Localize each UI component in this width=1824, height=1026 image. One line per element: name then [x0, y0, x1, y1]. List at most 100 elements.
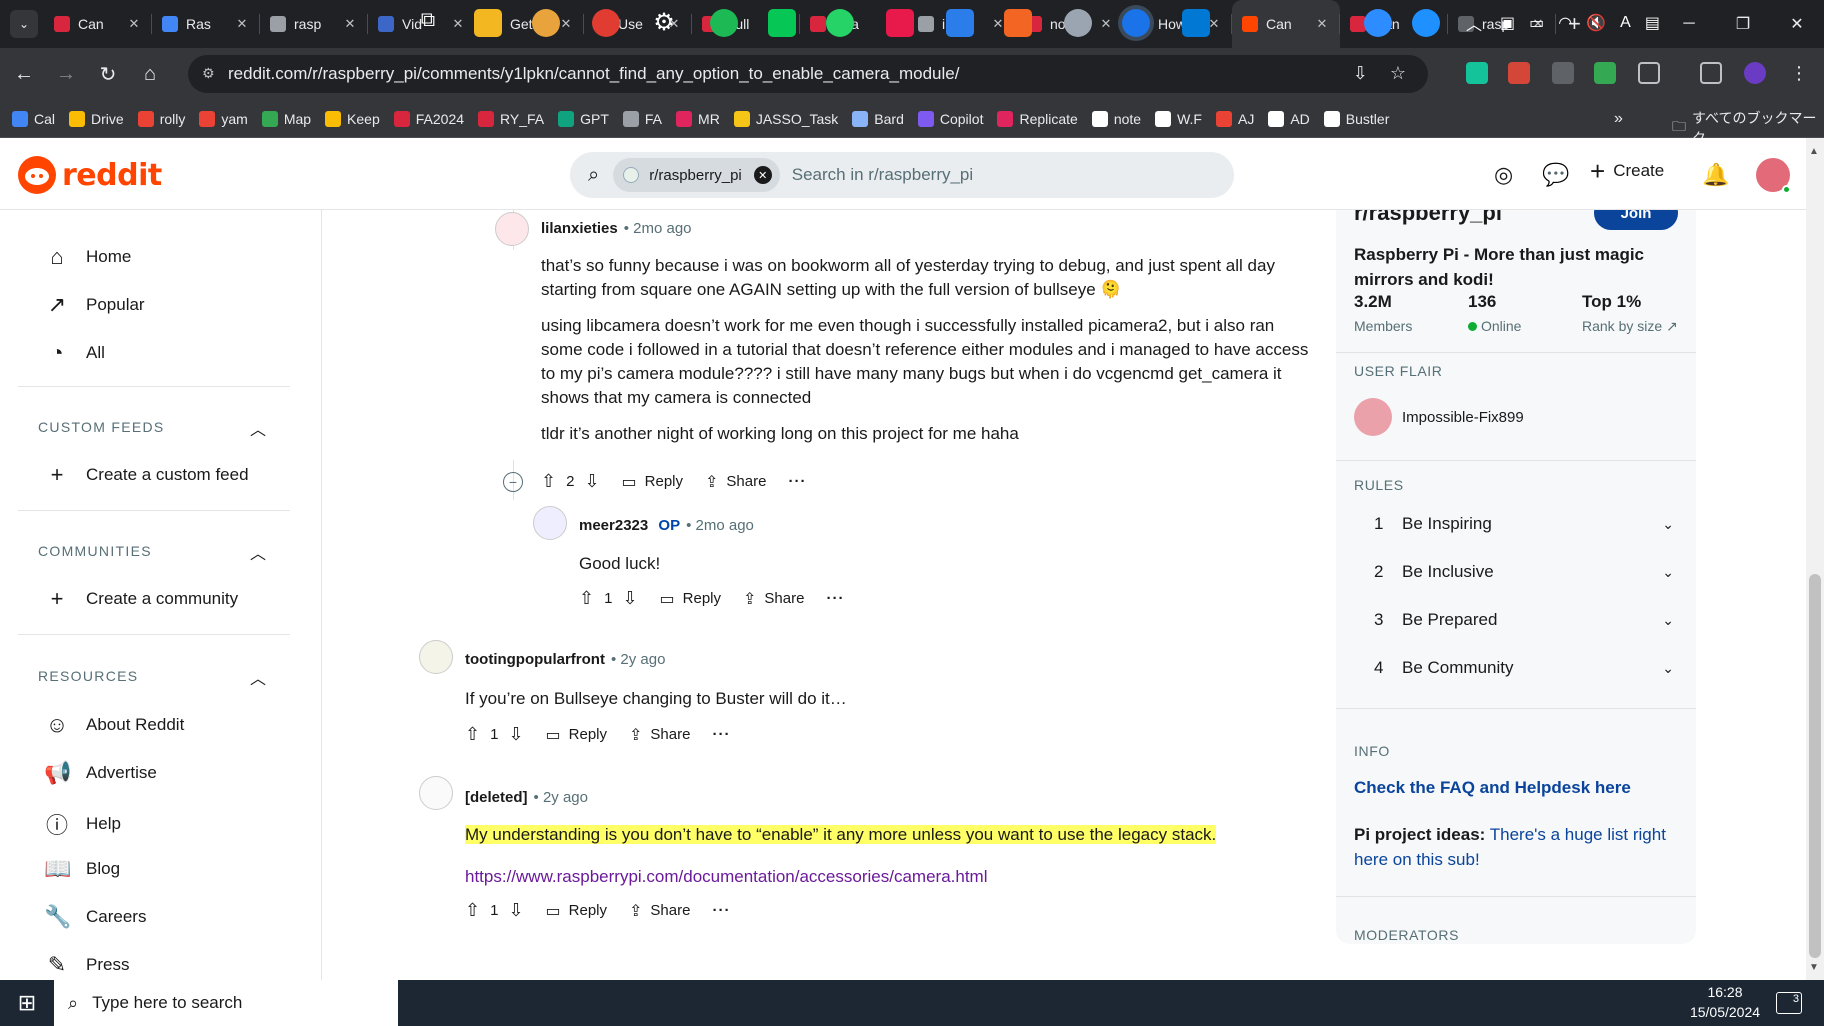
share-button[interactable]: ⇪ Share [629, 901, 690, 921]
share-button[interactable]: ⇪ Share [743, 589, 804, 609]
bookmark-item[interactable]: W.F [1155, 110, 1202, 127]
bookmark-item[interactable]: note [1091, 110, 1141, 127]
avatar[interactable] [419, 640, 453, 674]
bookmark-item[interactable]: Cal [12, 110, 55, 127]
address-bar[interactable]: ⚙ reddit.com/r/raspberry_pi/comments/y1l… [188, 55, 1428, 93]
install-app-icon[interactable]: ⇩ [1353, 63, 1368, 84]
tab-close-icon[interactable]: ✕ [1314, 16, 1330, 32]
line-app-icon[interactable] [768, 9, 796, 37]
chevron-down-icon[interactable]: ⌄ [1662, 564, 1674, 581]
subreddit-chip[interactable]: r/raspberry_pi ✕ [613, 158, 780, 192]
rank-stat[interactable]: Top 1% Rank by size ↗ [1582, 292, 1678, 335]
rule-item[interactable]: 3 Be Prepared ⌄ [1374, 610, 1674, 630]
more-options-icon[interactable]: ··· [712, 726, 730, 743]
taskbar-search[interactable]: ⌕ Type here to search [54, 980, 398, 1026]
search-bar[interactable]: ⌕ r/raspberry_pi ✕ Search in r/raspberry… [570, 152, 1234, 198]
minimize-button[interactable]: ─ [1662, 0, 1716, 48]
nav-advertise[interactable]: 📢 Advertise [44, 760, 157, 786]
app-f-icon[interactable] [1004, 9, 1032, 37]
vscode-icon[interactable] [1182, 9, 1210, 37]
upvote-icon[interactable]: ⇧ [465, 900, 480, 921]
bookmark-item[interactable]: FA [622, 110, 662, 127]
tray-device-icon[interactable]: ▣ [1500, 13, 1515, 33]
wifi-icon[interactable]: ◠ [1558, 13, 1572, 33]
chrome-menu-icon[interactable]: ⋮ [1788, 62, 1810, 84]
chevron-up-icon[interactable]: ︿ [250, 665, 266, 689]
avatar[interactable] [533, 506, 567, 540]
bookmark-item[interactable]: FA2024 [393, 110, 464, 127]
flair-username[interactable]: Impossible-Fix899 [1402, 409, 1524, 426]
volume-muted-icon[interactable]: 🔇 [1586, 13, 1606, 33]
comment-author[interactable]: meer2323 [579, 517, 648, 534]
create-custom-feed[interactable]: + Create a custom feed [44, 462, 249, 488]
pi-ideas-text[interactable]: Pi project ideas: There's a huge list ri… [1354, 822, 1674, 872]
chevron-down-icon[interactable]: ⌄ [1662, 660, 1674, 677]
bookmark-item[interactable]: AJ [1215, 110, 1254, 127]
bookmark-item[interactable]: MR [676, 110, 720, 127]
windows-start-icon[interactable]: ⊞ [0, 980, 54, 1026]
reddit-logo[interactable]: reddit [18, 156, 162, 194]
downvote-icon[interactable]: ⇩ [622, 588, 637, 609]
nav-all[interactable]: ◔ All [44, 340, 105, 366]
chevron-down-icon[interactable]: ⌄ [1662, 516, 1674, 533]
grammarly-extension-icon[interactable] [1466, 62, 1488, 84]
ime-indicator[interactable]: A [1620, 14, 1631, 32]
browser-tab[interactable]: Can ✕ [1232, 0, 1340, 48]
whatsapp-icon[interactable] [826, 9, 854, 37]
upvote-icon[interactable]: ⇧ [465, 724, 480, 745]
reading-list-icon[interactable] [1700, 62, 1722, 84]
pen-extension-icon[interactable] [1594, 62, 1616, 84]
more-options-icon[interactable]: ··· [712, 902, 730, 919]
avatar[interactable] [495, 212, 529, 246]
task-view-icon[interactable]: ⧉ [414, 9, 442, 37]
chevron-down-icon[interactable]: ⌄ [1662, 612, 1674, 629]
bookmark-item[interactable]: Keep [325, 110, 380, 127]
bookmark-item[interactable]: Bard [852, 110, 904, 127]
pinwheel-app-icon[interactable] [532, 9, 560, 37]
scroll-up-arrow-icon[interactable]: ▲ [1809, 146, 1819, 157]
tray-chevron-up-icon[interactable]: ︿ [1466, 11, 1482, 35]
taskbar-clock[interactable]: 16:28 15/05/2024 [1686, 982, 1764, 1022]
reply-button[interactable]: ▭ Reply [546, 901, 607, 921]
scrollbar-thumb[interactable] [1809, 574, 1821, 958]
audio-app-icon[interactable] [592, 9, 620, 37]
bookmark-item[interactable]: Replicate [997, 110, 1078, 127]
bookmark-star-icon[interactable]: ☆ [1390, 63, 1406, 84]
share-button[interactable]: ⇪ Share [629, 725, 690, 745]
site-info-icon[interactable]: ⚙ [202, 65, 220, 83]
scroll-down-arrow-icon[interactable]: ▼ [1809, 962, 1819, 973]
bookmark-item[interactable]: Copilot [917, 110, 983, 127]
share-button[interactable]: ⇪ Share [705, 472, 766, 492]
bookmark-item[interactable]: yam [199, 110, 248, 127]
spotify-icon[interactable] [710, 9, 738, 37]
rule-item[interactable]: 4 Be Community ⌄ [1374, 658, 1674, 678]
settings-gear-icon[interactable]: ⚙ [650, 9, 678, 37]
downvote-icon[interactable]: ⇩ [508, 724, 523, 745]
browser-tab[interactable]: rasp ✕ [260, 0, 368, 48]
gmail-extension-icon[interactable] [1508, 62, 1530, 84]
rule-item[interactable]: 1 Be Inspiring ⌄ [1374, 514, 1674, 534]
close-window-button[interactable]: ✕ [1770, 0, 1824, 48]
reply-button[interactable]: ▭ Reply [546, 725, 607, 745]
colorful-app-icon[interactable] [946, 9, 974, 37]
create-button[interactable]: + Create [1590, 158, 1664, 184]
bookmark-item[interactable]: AD [1268, 110, 1310, 127]
remove-chip-icon[interactable]: ✕ [753, 166, 772, 184]
reload-button[interactable]: ↻ [90, 56, 126, 92]
join-button[interactable]: Join [1594, 210, 1678, 230]
nav-about-reddit[interactable]: ☺ About Reddit [44, 712, 185, 738]
chrome-taskbar-icon[interactable] [1122, 9, 1150, 37]
upvote-icon[interactable]: ⇧ [541, 471, 556, 492]
tab-close-icon[interactable]: ✕ [126, 16, 142, 32]
downvote-icon[interactable]: ⇩ [508, 900, 523, 921]
resources-heading[interactable]: RESOURCES [38, 668, 138, 684]
collapse-thread-icon[interactable]: − [503, 472, 523, 492]
openai-extension-icon[interactable] [1552, 62, 1574, 84]
browser-tab[interactable]: Can ✕ [44, 0, 152, 48]
rule-item[interactable]: 2 Be Inclusive ⌄ [1374, 562, 1674, 582]
profile-icon[interactable] [1744, 62, 1766, 84]
nav-blog[interactable]: 📖 Blog [44, 856, 120, 882]
browser-tab[interactable]: Ras ✕ [152, 0, 260, 48]
ime-mode-icon[interactable]: ▤ [1645, 13, 1660, 33]
bookmark-item[interactable]: Map [261, 110, 311, 127]
